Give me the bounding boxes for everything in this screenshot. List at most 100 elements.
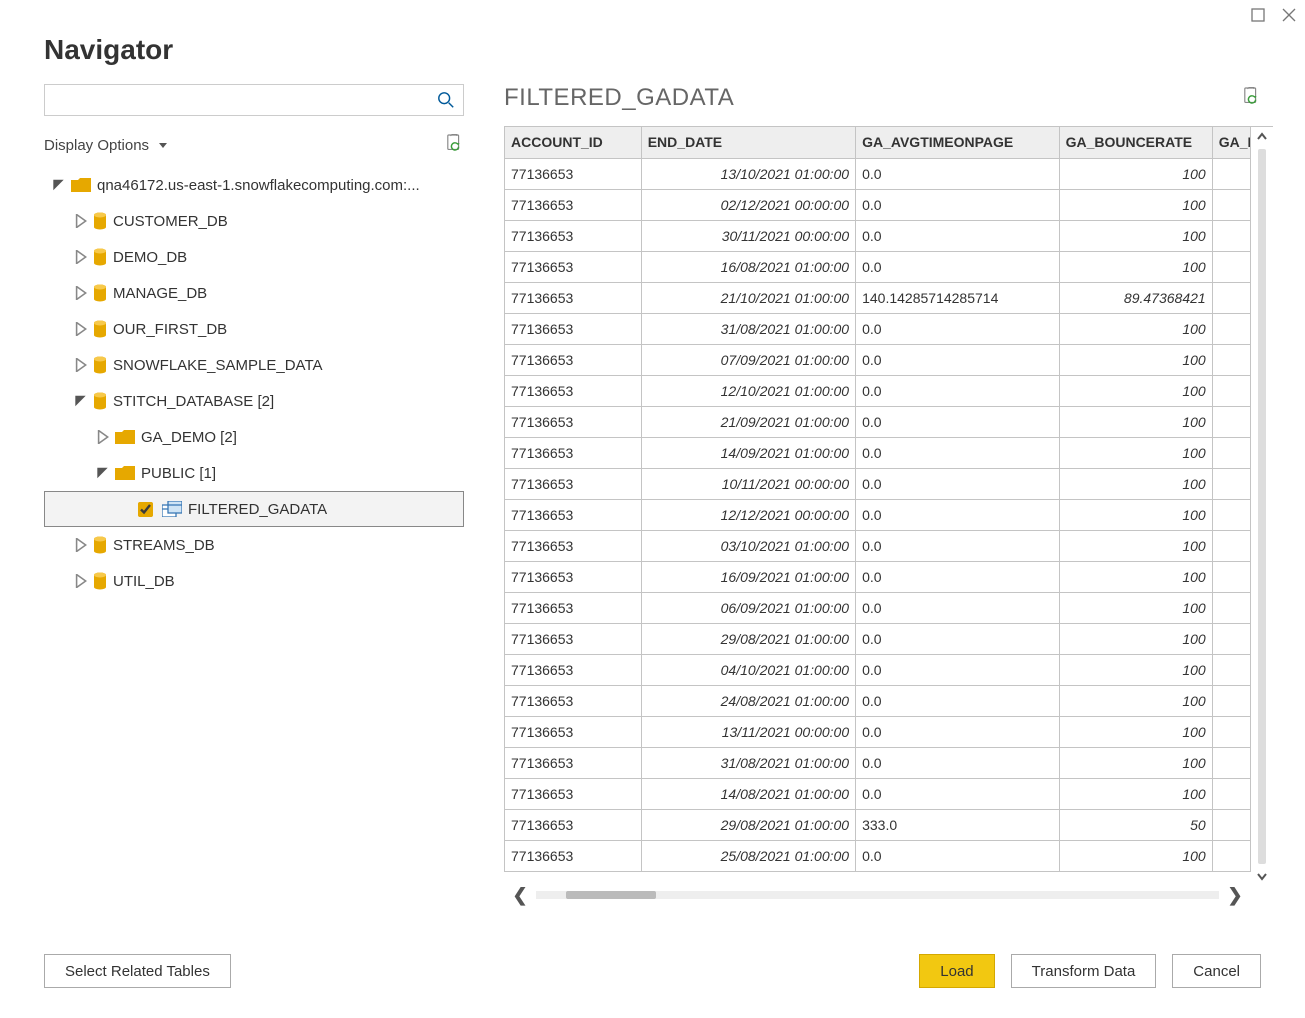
table-row[interactable]: 7713665329/08/2021 01:00:00333.050 [505, 809, 1251, 840]
table-row[interactable]: 7713665314/09/2021 01:00:000.0100 [505, 437, 1251, 468]
table-row[interactable]: 7713665303/10/2021 01:00:000.0100 [505, 530, 1251, 561]
cell-avgtimeonpage: 0.0 [856, 561, 1059, 592]
table-row[interactable]: 7713665325/08/2021 01:00:000.0100 [505, 840, 1251, 871]
tree-label: GA_DEMO [2] [141, 429, 237, 446]
table-row[interactable]: 7713665330/11/2021 00:00:000.0100 [505, 220, 1251, 251]
collapsed-icon [74, 322, 87, 336]
cell-avgtimeonpage: 0.0 [856, 313, 1059, 344]
refresh-preview-icon[interactable] [1243, 87, 1261, 110]
cell-avgtimeonpage: 0.0 [856, 344, 1059, 375]
folder-icon [115, 429, 135, 445]
close-icon[interactable] [1281, 7, 1297, 23]
table-row[interactable]: 7713665316/09/2021 01:00:000.0100 [505, 561, 1251, 592]
tree-item-util-db[interactable]: UTIL_DB [44, 563, 464, 599]
cell-end-date: 30/11/2021 00:00:00 [641, 220, 855, 251]
search-icon[interactable] [437, 91, 455, 112]
table-row[interactable]: 7713665312/12/2021 00:00:000.0100 [505, 499, 1251, 530]
table-row[interactable]: 7713665313/11/2021 00:00:000.0100 [505, 716, 1251, 747]
table-row[interactable]: 7713665316/08/2021 01:00:000.0100 [505, 251, 1251, 282]
cell-account-id: 77136653 [505, 437, 642, 468]
search-input[interactable] [45, 85, 463, 115]
tree-item-stitch-database[interactable]: STITCH_DATABASE [2] [44, 383, 464, 419]
table-checkbox[interactable] [138, 502, 153, 517]
tree-server-root[interactable]: qna46172.us-east-1.snowflakecomputing.co… [44, 167, 464, 203]
table-row[interactable]: 7713665310/11/2021 00:00:000.0100 [505, 468, 1251, 499]
col-account-id[interactable]: ACCOUNT_ID [505, 127, 642, 158]
scroll-right-icon[interactable]: ❯ [1219, 885, 1251, 906]
tree-item-customer-db[interactable]: CUSTOMER_DB [44, 203, 464, 239]
scroll-up-icon[interactable] [1255, 127, 1269, 147]
expanded-icon [96, 466, 109, 480]
cell-end-date: 24/08/2021 01:00:00 [641, 685, 855, 716]
refresh-tree-icon[interactable] [446, 134, 464, 157]
cell-bouncerate: 100 [1059, 685, 1212, 716]
tree-item-streams-db[interactable]: STREAMS_DB [44, 527, 464, 563]
folder-icon [71, 177, 91, 193]
horizontal-scrollbar[interactable]: ❮ ❯ [504, 886, 1251, 904]
table-row[interactable]: 7713665314/08/2021 01:00:000.0100 [505, 778, 1251, 809]
cell-avgtimeonpage: 0.0 [856, 499, 1059, 530]
cell-avgtimeonpage: 0.0 [856, 747, 1059, 778]
tree-item-ga-demo[interactable]: GA_DEMO [2] [44, 419, 464, 455]
tree-item-our-first-db[interactable]: OUR_FIRST_DB [44, 311, 464, 347]
cell-end-date: 25/08/2021 01:00:00 [641, 840, 855, 871]
cell-bouncerate: 100 [1059, 437, 1212, 468]
transform-data-button[interactable]: Transform Data [1011, 954, 1157, 988]
dialog-title: Navigator [0, 30, 1305, 84]
preview-table: ACCOUNT_ID END_DATE GA_AVGTIMEONPAGE GA_… [504, 127, 1251, 872]
tree-item-public[interactable]: PUBLIC [1] [44, 455, 464, 491]
col-ga-avgtimeonpage[interactable]: GA_AVGTIMEONPAGE [856, 127, 1059, 158]
col-ga-bouncerate[interactable]: GA_BOUNCERATE [1059, 127, 1212, 158]
table-row[interactable]: 7713665302/12/2021 00:00:000.0100 [505, 189, 1251, 220]
cell-bouncerate: 100 [1059, 313, 1212, 344]
table-row[interactable]: 7713665331/08/2021 01:00:000.0100 [505, 747, 1251, 778]
cell-partial [1212, 654, 1250, 685]
select-related-tables-button[interactable]: Select Related Tables [44, 954, 231, 988]
cell-bouncerate: 100 [1059, 778, 1212, 809]
cell-account-id: 77136653 [505, 747, 642, 778]
cell-partial [1212, 747, 1250, 778]
load-button[interactable]: Load [919, 954, 994, 988]
scroll-left-icon[interactable]: ❮ [504, 885, 536, 906]
col-ga-d-partial[interactable]: GA_D [1212, 127, 1250, 158]
tree-label: SNOWFLAKE_SAMPLE_DATA [113, 357, 323, 374]
table-row[interactable]: 7713665313/10/2021 01:00:000.0100 [505, 158, 1251, 189]
table-row[interactable]: 7713665304/10/2021 01:00:000.0100 [505, 654, 1251, 685]
tree-item-manage-db[interactable]: MANAGE_DB [44, 275, 464, 311]
cell-bouncerate: 100 [1059, 251, 1212, 282]
tree-item-snowflake-sample[interactable]: SNOWFLAKE_SAMPLE_DATA [44, 347, 464, 383]
cell-end-date: 29/08/2021 01:00:00 [641, 623, 855, 654]
scroll-down-icon[interactable] [1255, 866, 1269, 886]
database-icon [93, 536, 107, 554]
table-row[interactable]: 7713665307/09/2021 01:00:000.0100 [505, 344, 1251, 375]
scroll-track[interactable] [1258, 149, 1266, 864]
table-row[interactable]: 7713665321/10/2021 01:00:00140.142857142… [505, 282, 1251, 313]
tree-item-demo-db[interactable]: DEMO_DB [44, 239, 464, 275]
cell-bouncerate: 100 [1059, 530, 1212, 561]
cell-partial [1212, 251, 1250, 282]
col-end-date[interactable]: END_DATE [641, 127, 855, 158]
maximize-icon[interactable] [1251, 8, 1265, 22]
vertical-scrollbar[interactable] [1251, 127, 1273, 886]
table-row[interactable]: 7713665329/08/2021 01:00:000.0100 [505, 623, 1251, 654]
cell-bouncerate: 100 [1059, 220, 1212, 251]
cell-end-date: 13/11/2021 00:00:00 [641, 716, 855, 747]
cell-account-id: 77136653 [505, 375, 642, 406]
cell-end-date: 31/08/2021 01:00:00 [641, 747, 855, 778]
table-row[interactable]: 7713665321/09/2021 01:00:000.0100 [505, 406, 1251, 437]
cell-avgtimeonpage: 0.0 [856, 654, 1059, 685]
scroll-thumb[interactable] [566, 891, 656, 899]
table-row[interactable]: 7713665312/10/2021 01:00:000.0100 [505, 375, 1251, 406]
cancel-button[interactable]: Cancel [1172, 954, 1261, 988]
display-options-dropdown[interactable]: Display Options [44, 137, 167, 154]
table-row[interactable]: 7713665306/09/2021 01:00:000.0100 [505, 592, 1251, 623]
cell-account-id: 77136653 [505, 685, 642, 716]
cell-avgtimeonpage: 0.0 [856, 158, 1059, 189]
table-row[interactable]: 7713665331/08/2021 01:00:000.0100 [505, 313, 1251, 344]
tree-item-filtered-gadata[interactable]: FILTERED_GADATA [44, 491, 464, 527]
scroll-track[interactable] [536, 891, 1219, 899]
cell-account-id: 77136653 [505, 623, 642, 654]
cell-avgtimeonpage: 0.0 [856, 778, 1059, 809]
collapsed-icon [96, 430, 109, 444]
table-row[interactable]: 7713665324/08/2021 01:00:000.0100 [505, 685, 1251, 716]
